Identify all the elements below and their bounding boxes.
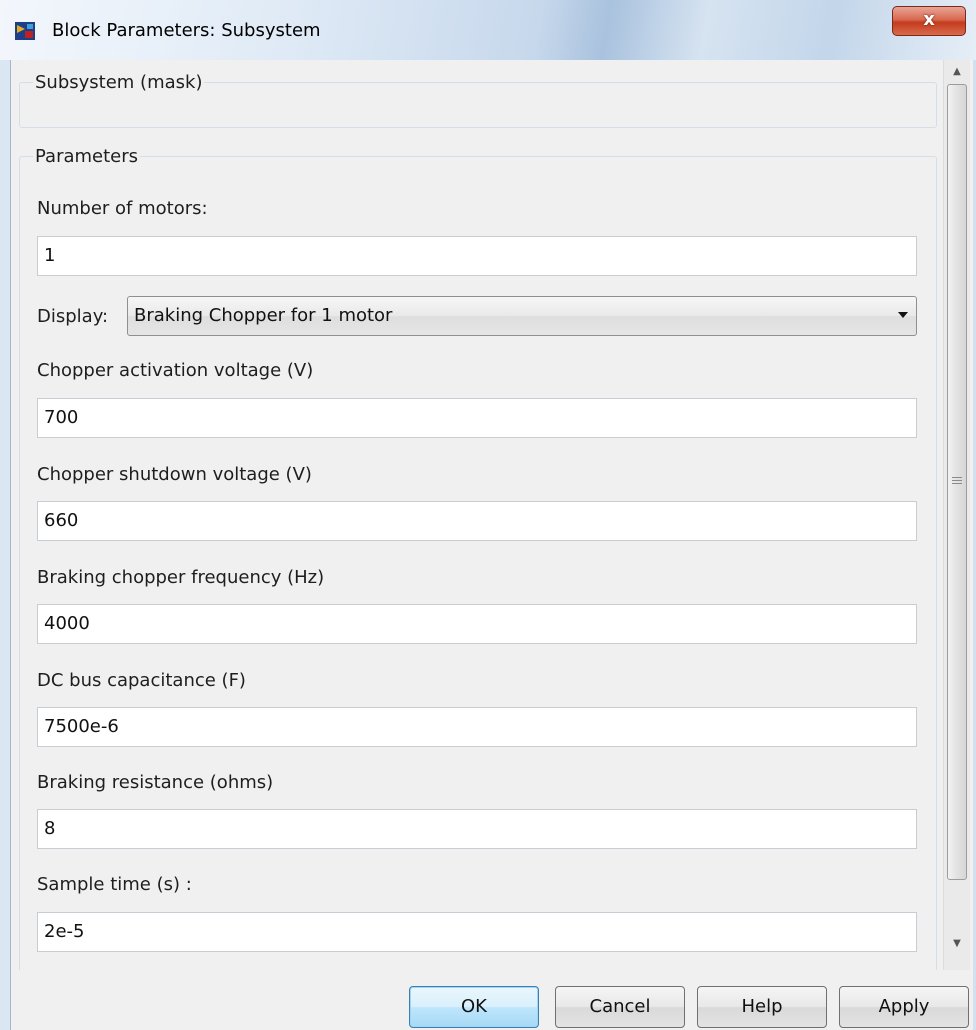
scroll-down-arrow-icon[interactable]: ▼ — [944, 932, 970, 956]
close-button[interactable]: x — [892, 6, 966, 36]
shutdown-voltage-field[interactable]: 660 — [37, 501, 917, 541]
sample-time-label: Sample time (s) : — [37, 874, 192, 895]
num-motors-field[interactable]: 1 — [37, 236, 917, 276]
frequency-field[interactable]: 4000 — [37, 604, 917, 644]
resistance-label: Braking resistance (ohms) — [37, 772, 274, 793]
window-title: Block Parameters: Subsystem — [52, 20, 321, 41]
scroll-up-arrow-icon[interactable]: ▲ — [944, 60, 970, 84]
capacitance-field[interactable]: 7500e-6 — [37, 707, 917, 747]
simulink-block-icon — [15, 22, 35, 40]
dialog-client-area: Subsystem (mask) Parameters Number of mo… — [10, 60, 973, 1030]
help-button[interactable]: Help — [697, 986, 827, 1028]
resistance-field[interactable]: 8 — [37, 809, 917, 849]
apply-button[interactable]: Apply — [839, 986, 969, 1028]
display-label: Display: — [37, 306, 109, 327]
shutdown-voltage-label: Chopper shutdown voltage (V) — [37, 464, 312, 485]
activation-voltage-field[interactable]: 700 — [37, 398, 917, 438]
capacitance-label: DC bus capacitance (F) — [37, 670, 246, 691]
display-dropdown[interactable]: Braking Chopper for 1 motor — [127, 296, 917, 336]
display-selected-value: Braking Chopper for 1 motor — [134, 305, 393, 326]
mask-group-legend: Subsystem (mask) — [33, 72, 205, 93]
sample-time-field[interactable]: 2e-5 — [37, 912, 917, 952]
frequency-label: Braking chopper frequency (Hz) — [37, 567, 325, 588]
parameters-group-legend: Parameters — [33, 146, 141, 167]
vertical-scrollbar[interactable]: ▲ ▼ — [943, 60, 970, 970]
button-bar: OK Cancel Help Apply — [11, 970, 973, 1030]
chevron-down-icon — [898, 312, 908, 318]
activation-voltage-label: Chopper activation voltage (V) — [37, 360, 314, 381]
num-motors-label: Number of motors: — [37, 198, 208, 219]
parameters-scroll-area: Subsystem (mask) Parameters Number of mo… — [11, 60, 943, 970]
grip-icon — [952, 477, 962, 486]
scrollbar-thumb[interactable] — [947, 84, 967, 880]
ok-button[interactable]: OK — [409, 986, 539, 1028]
title-bar[interactable]: Block Parameters: Subsystem x — [0, 0, 976, 60]
cancel-button[interactable]: Cancel — [555, 986, 685, 1028]
dialog-window: Block Parameters: Subsystem x Subsystem … — [0, 0, 976, 1030]
